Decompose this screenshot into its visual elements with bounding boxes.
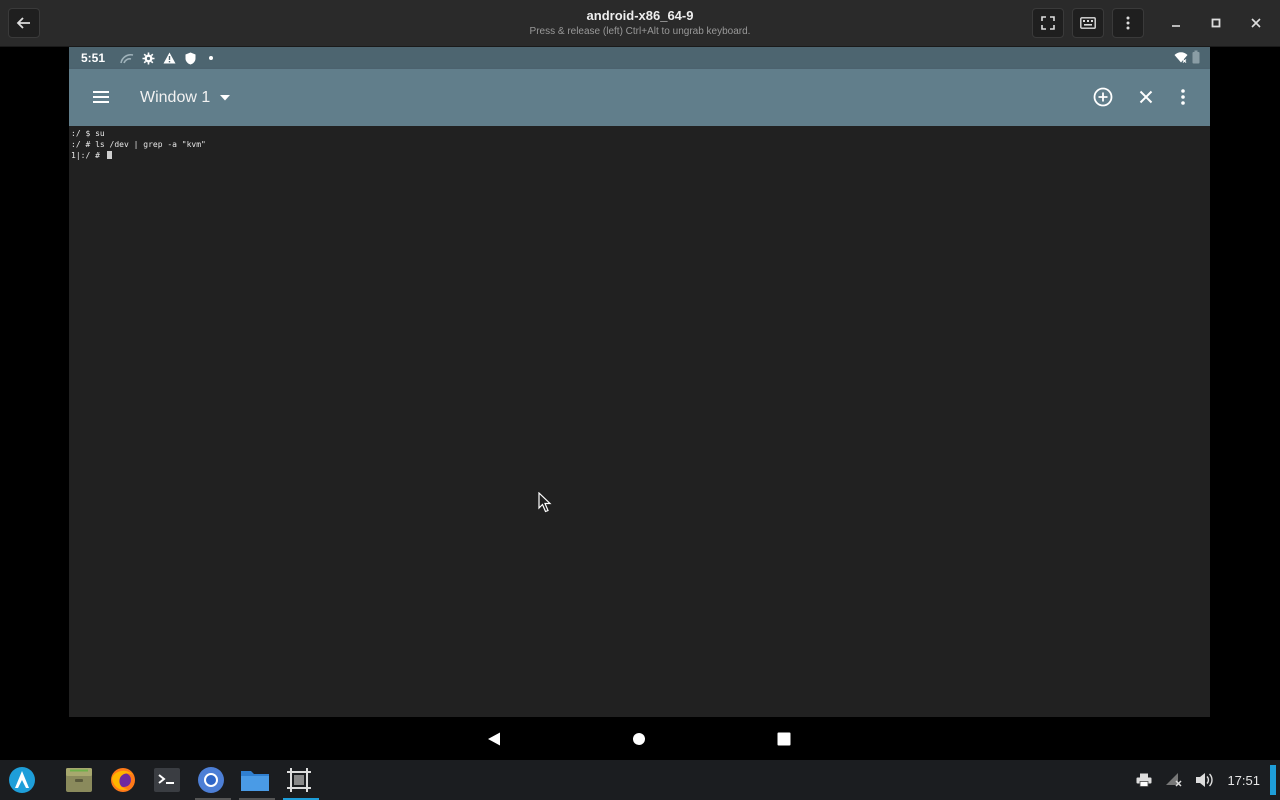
android-screen[interactable]: 5:51 Window 1:/ $ su:/ # ls /dev | gre… <box>69 47 1210 760</box>
mouse-pointer-icon <box>538 491 552 518</box>
terminal-prompt-line: 1|:/ # <box>71 150 1210 161</box>
add-circle-icon <box>1093 87 1113 107</box>
android-status-bar: 5:51 <box>69 47 1210 69</box>
battery-icon <box>1192 50 1200 69</box>
cast-icon <box>119 50 135 66</box>
firefox-icon <box>111 768 135 792</box>
back-triangle-icon <box>488 732 500 746</box>
terminal-app-bar: Window 1 <box>69 69 1210 126</box>
nav-back-button[interactable] <box>483 728 505 750</box>
dropdown-arrow-icon <box>220 95 231 101</box>
network-icon[interactable] <box>1163 769 1185 791</box>
close-session-button[interactable] <box>1134 85 1158 109</box>
maximize-button[interactable] <box>1200 8 1232 38</box>
window-selector-label: Window 1 <box>140 89 211 106</box>
taskbar-app-file-manager[interactable] <box>239 764 275 800</box>
minimize-icon <box>1172 25 1180 27</box>
title-area: android-x86_64-9 Press & release (left) … <box>380 8 900 39</box>
folder-icon <box>241 771 269 791</box>
status-time: 5:51 <box>81 51 106 65</box>
screenshot-icon <box>287 768 311 792</box>
system-tray: 17:51 <box>1133 760 1280 800</box>
taskbar-app-screenshot[interactable] <box>283 764 319 800</box>
warning-icon <box>161 50 177 66</box>
terminal-output[interactable]: :/ $ su :/ # ls /dev | grep -a "kvm" 1|:… <box>69 126 1210 717</box>
window-selector[interactable]: Window 1 <box>140 86 231 110</box>
taskbar: 17:51 <box>0 760 1280 800</box>
taskbar-app-chromium[interactable] <box>195 764 231 800</box>
hamburger-menu-icon <box>93 91 109 103</box>
terminal-cursor <box>106 151 112 159</box>
close-window-button[interactable] <box>1240 8 1272 38</box>
taskbar-app-terminal[interactable] <box>151 764 183 796</box>
new-window-button[interactable] <box>1091 85 1115 109</box>
settings-icon <box>140 50 156 66</box>
fullscreen-icon <box>1041 16 1055 30</box>
window-titlebar: android-x86_64-9 Press & release (left) … <box>0 0 1280 47</box>
app-launcher-button[interactable] <box>6 764 38 796</box>
nav-recents-button[interactable] <box>773 728 795 750</box>
more-vert-icon <box>1126 16 1130 30</box>
keyboard-icon <box>1080 17 1096 29</box>
terminal-prompt: 1|:/ # <box>71 151 105 160</box>
show-desktop-button[interactable] <box>1270 765 1276 795</box>
close-icon <box>1251 18 1261 28</box>
keyboard-button[interactable] <box>1072 8 1104 38</box>
nav-home-button[interactable] <box>628 728 650 750</box>
arch-logo-icon <box>9 767 35 793</box>
terminal-icon <box>154 768 180 792</box>
window-menu-button[interactable] <box>1112 8 1144 38</box>
home-circle-icon <box>633 733 645 745</box>
wifi-icon <box>1174 50 1188 69</box>
window-subtitle: Press & release (left) Ctrl+Alt to ungra… <box>529 26 751 37</box>
terminal-line: :/ $ su <box>71 129 105 138</box>
more-vert-icon <box>1181 89 1185 105</box>
arrow-left-icon <box>16 17 30 29</box>
recents-square-icon <box>777 732 791 746</box>
archive-icon <box>66 768 92 792</box>
taskbar-app-firefox[interactable] <box>107 764 139 796</box>
printer-icon[interactable] <box>1133 769 1155 791</box>
fullscreen-button[interactable] <box>1032 8 1064 38</box>
minimize-button[interactable] <box>1160 8 1192 38</box>
overflow-menu-button[interactable] <box>1171 85 1195 109</box>
window-title: android-x86_64-9 <box>586 8 694 23</box>
android-nav-bar <box>69 717 1210 760</box>
menu-button[interactable] <box>89 85 113 109</box>
dot-icon <box>203 50 219 66</box>
taskbar-app-archive[interactable] <box>63 764 95 796</box>
shield-icon <box>182 50 198 66</box>
back-button[interactable] <box>8 8 40 38</box>
terminal-line: :/ # ls /dev | grep -a "kvm" <box>71 140 206 149</box>
close-icon <box>1139 90 1153 104</box>
chromium-icon <box>198 767 224 793</box>
volume-icon[interactable] <box>1193 769 1215 791</box>
taskbar-clock[interactable]: 17:51 <box>1227 773 1260 788</box>
status-right-icons <box>1174 50 1200 69</box>
maximize-icon <box>1211 18 1221 28</box>
